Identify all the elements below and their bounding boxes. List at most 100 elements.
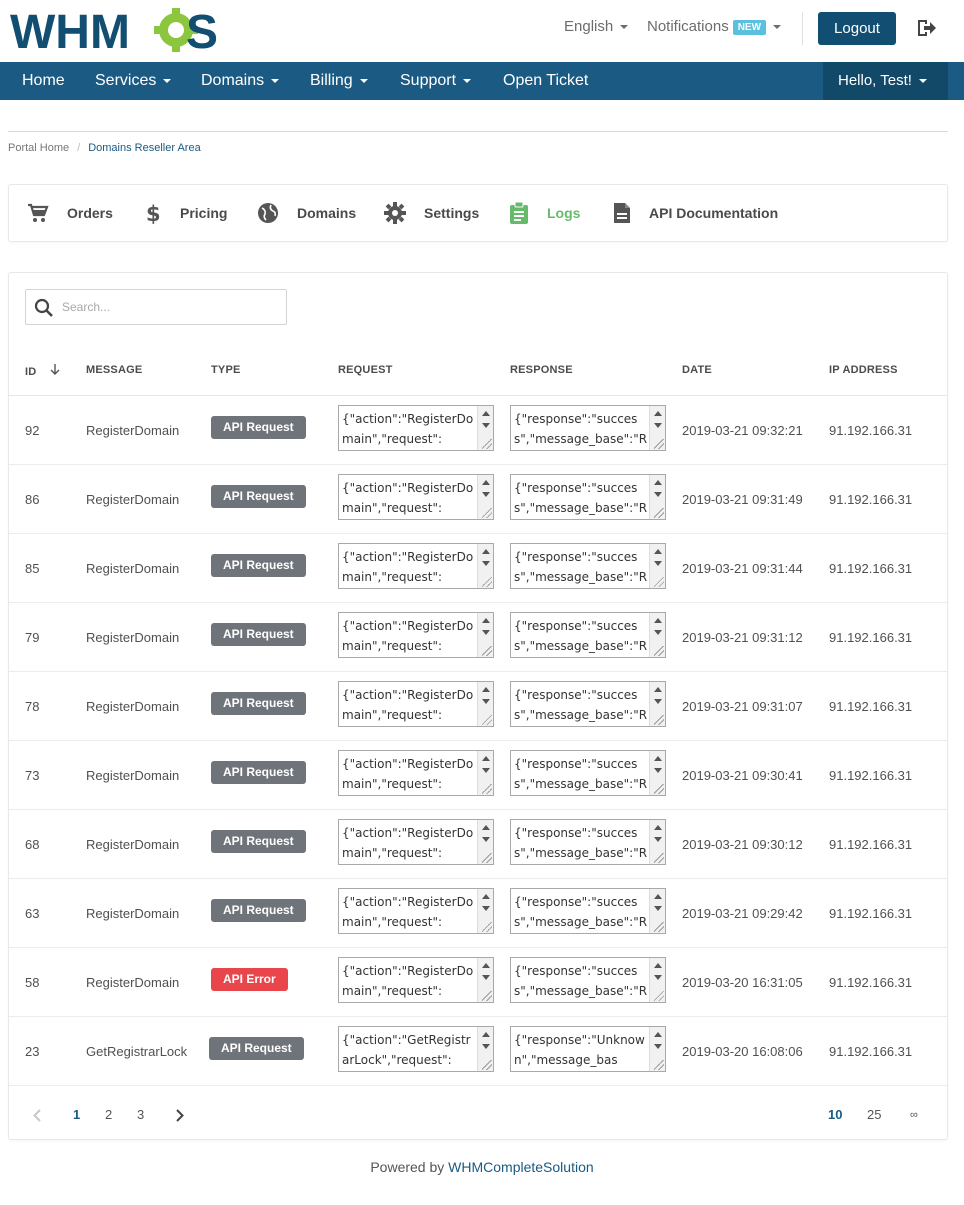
- table-row: 23 GetRegistrarLock API Request {"action":"…: [9, 1017, 947, 1086]
- resize-grip-icon[interactable]: [654, 784, 664, 794]
- resize-grip-icon[interactable]: [482, 715, 492, 725]
- resize-grip-icon[interactable]: [482, 439, 492, 449]
- tab-orders[interactable]: Orders: [27, 185, 113, 241]
- request-textarea[interactable]: {"action":"RegisterDomain","request":: [338, 957, 494, 1003]
- nav-open-ticket-label: Open Ticket: [503, 72, 589, 89]
- resize-grip-icon[interactable]: [654, 508, 664, 518]
- tab-logs[interactable]: Logs: [509, 185, 580, 241]
- resize-grip-icon[interactable]: [654, 922, 664, 932]
- resize-grip-icon[interactable]: [482, 991, 492, 1001]
- resize-grip-icon[interactable]: [654, 1060, 664, 1070]
- breadcrumb-home[interactable]: Portal Home: [8, 142, 69, 154]
- response-textarea[interactable]: {"response":"Unknown","message_base":"Ge…: [510, 1026, 666, 1072]
- api-request-badge: API Request: [211, 830, 306, 853]
- page-2[interactable]: 2: [105, 1107, 112, 1122]
- response-textarea[interactable]: {"response":"success","message_base":"Re…: [510, 957, 666, 1003]
- column-header-ip-address[interactable]: IP ADDRESS: [829, 364, 898, 376]
- response-text: {"response":"success","message_base":"Re…: [514, 826, 648, 860]
- breadcrumb-current[interactable]: Domains Reseller Area: [88, 142, 201, 154]
- logout-button[interactable]: Logout: [818, 12, 896, 45]
- footer-prefix: Powered by: [370, 1159, 445, 1175]
- log-id: 79: [25, 630, 40, 645]
- response-textarea[interactable]: {"response":"success","message_base":"Re…: [510, 750, 666, 796]
- notifications-dropdown[interactable]: Notifications NEW: [647, 18, 782, 35]
- request-textarea[interactable]: {"action":"RegisterDomain","request":: [338, 819, 494, 865]
- resize-grip-icon[interactable]: [654, 439, 664, 449]
- resize-grip-icon[interactable]: [482, 508, 492, 518]
- nav-billing[interactable]: Billing: [310, 62, 368, 100]
- nav-services[interactable]: Services: [95, 62, 172, 100]
- request-textarea[interactable]: {"action":"RegisterDomain","request":: [338, 681, 494, 727]
- response-textarea[interactable]: {"response":"success","message_base":"Re…: [510, 888, 666, 934]
- log-ip-address: 91.192.166.31: [829, 906, 913, 921]
- resize-grip-icon[interactable]: [482, 577, 492, 587]
- response-textarea[interactable]: {"response":"success","message_base":"Re…: [510, 543, 666, 589]
- tab-api-documentation[interactable]: API Documentation: [613, 185, 778, 241]
- resize-grip-icon[interactable]: [482, 853, 492, 863]
- search-input[interactable]: [62, 297, 272, 317]
- nav-support[interactable]: Support: [400, 62, 472, 100]
- page-size-10[interactable]: 10: [828, 1107, 842, 1122]
- resize-grip-icon[interactable]: [654, 991, 664, 1001]
- log-ip-address: 91.192.166.31: [829, 423, 913, 438]
- resize-grip-icon[interactable]: [482, 1060, 492, 1070]
- footer-link[interactable]: WHMCompleteSolution: [448, 1159, 594, 1175]
- column-header-type[interactable]: TYPE: [211, 364, 241, 376]
- response-textarea[interactable]: {"response":"success","message_base":"Re…: [510, 819, 666, 865]
- user-menu[interactable]: Hello, Test!: [823, 62, 948, 100]
- request-textarea[interactable]: {"action":"RegisterDomain","request":: [338, 888, 494, 934]
- request-text: {"action":"GetRegistrarLock","request":: [342, 1033, 471, 1067]
- log-ip-address: 91.192.166.31: [829, 975, 913, 990]
- log-ip-address: 91.192.166.31: [829, 492, 913, 507]
- column-header-date[interactable]: DATE: [682, 364, 712, 376]
- log-date: 2019-03-21 09:30:41: [682, 768, 803, 783]
- page-size-all[interactable]: ∞: [910, 1109, 918, 1121]
- resize-grip-icon[interactable]: [654, 646, 664, 656]
- tab-settings-label: Settings: [424, 205, 480, 221]
- column-header-id[interactable]: ID: [25, 364, 60, 378]
- resize-grip-icon[interactable]: [654, 715, 664, 725]
- column-header-message[interactable]: MESSAGE: [86, 364, 142, 376]
- column-header-response[interactable]: RESPONSE: [510, 364, 573, 376]
- response-text: {"response":"success","message_base":"Re…: [514, 481, 648, 515]
- table-row: 86 RegisterDomain API Request {"action":"Re…: [9, 465, 947, 534]
- resize-grip-icon[interactable]: [482, 784, 492, 794]
- tab-settings[interactable]: Settings: [384, 185, 479, 241]
- request-textarea[interactable]: {"action":"RegisterDomain","request":: [338, 543, 494, 589]
- scroll-up-icon: [482, 756, 490, 761]
- response-textarea[interactable]: {"response":"success","message_base":"Re…: [510, 405, 666, 451]
- request-textarea[interactable]: {"action":"RegisterDomain","request":: [338, 750, 494, 796]
- nav-domains-label: Domains: [201, 72, 265, 89]
- resize-grip-icon[interactable]: [654, 577, 664, 587]
- whmcs-logo[interactable]: WHM S: [10, 6, 222, 52]
- log-id: 23: [25, 1044, 40, 1059]
- tab-pricing[interactable]: $ Pricing: [144, 185, 227, 241]
- request-textarea[interactable]: {"action":"RegisterDomain","request":: [338, 474, 494, 520]
- nav-open-ticket[interactable]: Open Ticket: [503, 62, 588, 100]
- nav-home[interactable]: Home: [22, 62, 65, 100]
- request-textarea[interactable]: {"action":"RegisterDomain","request":: [338, 612, 494, 658]
- prev-page-icon[interactable]: [33, 1109, 41, 1122]
- language-selector[interactable]: English: [564, 18, 629, 35]
- column-header-request[interactable]: REQUEST: [338, 364, 393, 376]
- resize-grip-icon[interactable]: [482, 646, 492, 656]
- resize-grip-icon[interactable]: [482, 922, 492, 932]
- exit-icon[interactable]: [915, 17, 937, 39]
- page-size-25[interactable]: 25: [867, 1107, 881, 1122]
- page-3[interactable]: 3: [137, 1107, 144, 1122]
- response-textarea[interactable]: {"response":"success","message_base":"Re…: [510, 681, 666, 727]
- request-text: {"action":"RegisterDomain","request":: [342, 688, 474, 722]
- chevron-down-icon: [463, 78, 472, 83]
- request-textarea[interactable]: {"action":"GetRegistrarLock","request":: [338, 1026, 494, 1072]
- request-textarea[interactable]: {"action":"RegisterDomain","request":: [338, 405, 494, 451]
- response-textarea[interactable]: {"response":"success","message_base":"Re…: [510, 612, 666, 658]
- page-1[interactable]: 1: [73, 1107, 80, 1122]
- response-textarea[interactable]: {"response":"success","message_base":"Re…: [510, 474, 666, 520]
- request-text: {"action":"RegisterDomain","request":: [342, 826, 474, 860]
- tab-domains[interactable]: Domains: [257, 185, 356, 241]
- scroll-down-icon: [482, 699, 490, 704]
- resize-grip-icon[interactable]: [654, 853, 664, 863]
- nav-domains[interactable]: Domains: [201, 62, 280, 100]
- scroll-up-icon: [654, 480, 662, 485]
- next-page-icon[interactable]: [176, 1109, 184, 1122]
